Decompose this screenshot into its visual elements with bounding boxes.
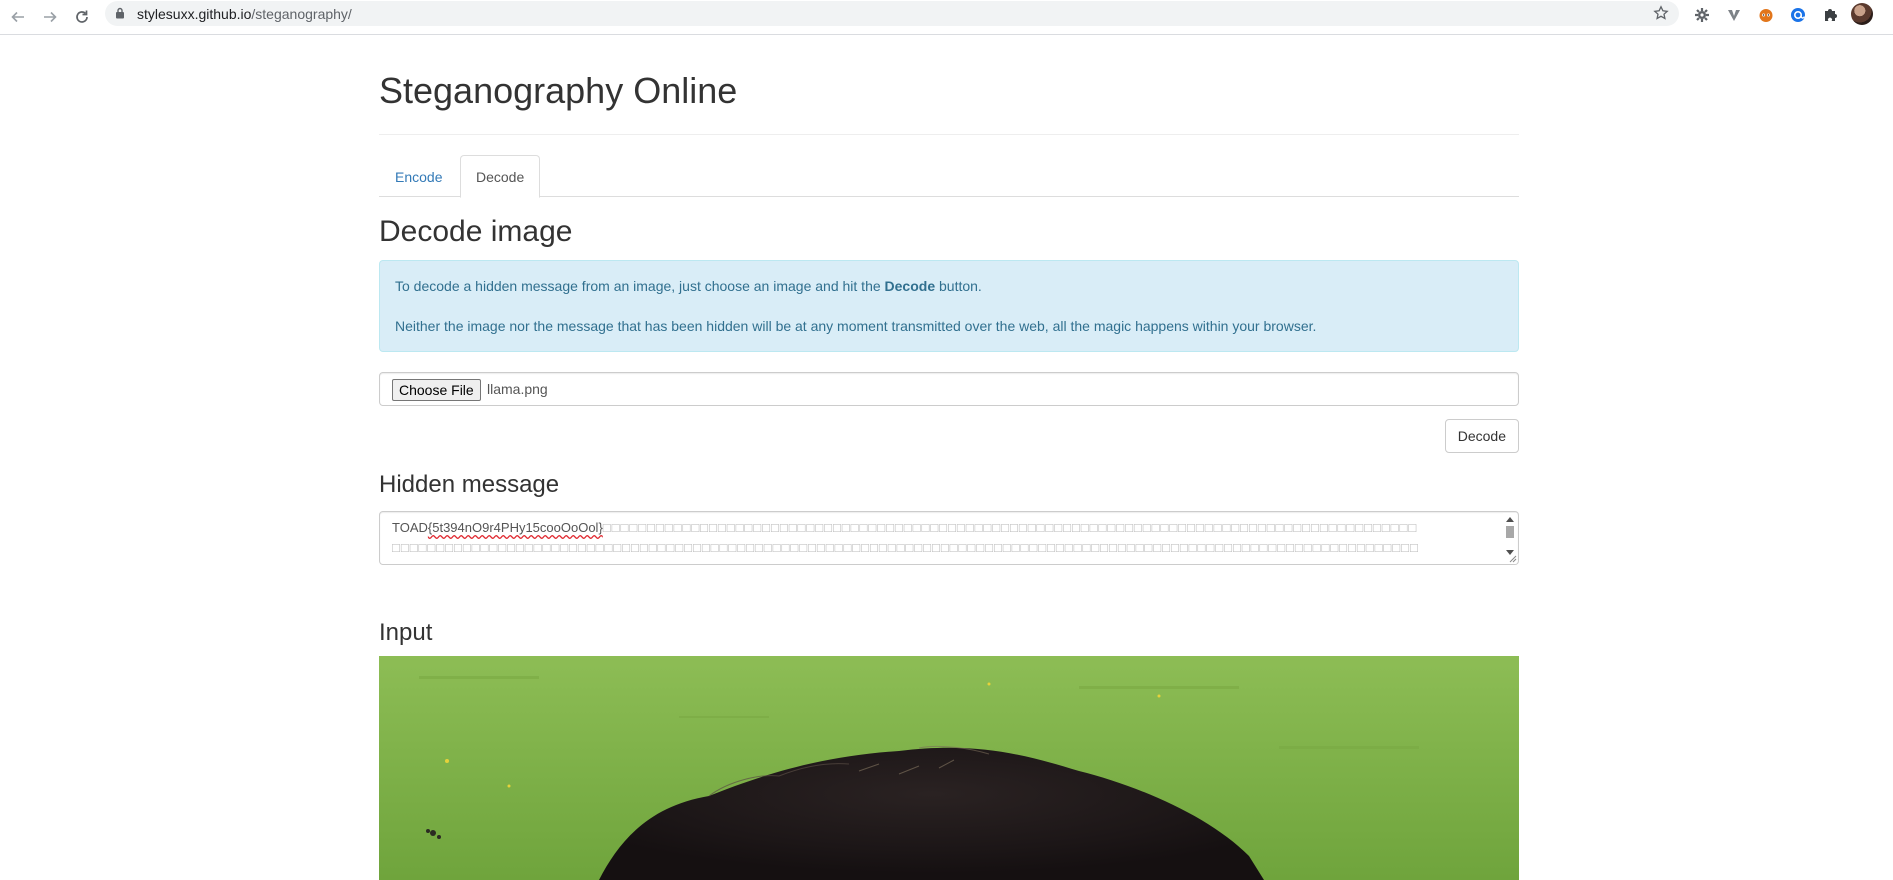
puzzle-extensions-icon[interactable] <box>1820 5 1840 25</box>
at-extension-icon[interactable] <box>1788 5 1808 25</box>
message-box-chars-2: □□□□□□□□□□□□□□□□□□□□□□□□□□□□□□□□□□□□□□□□… <box>392 540 1419 555</box>
back-arrow-icon <box>11 11 24 23</box>
bookmark-star-icon[interactable] <box>1653 5 1669 21</box>
scroll-up-arrow-icon[interactable] <box>1506 517 1514 522</box>
info-line-1-text: To decode a hidden message from an image… <box>395 278 885 294</box>
url-path: /steganography/ <box>251 6 352 22</box>
page-header: Steganography Online <box>379 35 1519 135</box>
profile-avatar[interactable] <box>1851 3 1873 25</box>
page-container: Steganography Online Encode Decode Decod… <box>379 35 1519 880</box>
reload-icon <box>76 10 88 23</box>
message-flag: {5t394nO9r4PHy15cooOoOol} <box>427 520 603 535</box>
message-line-2: □□□□□□□□□□□□□□□□□□□□□□□□□□□□□□□□□□□□□□□□… <box>392 538 1492 558</box>
reload-button[interactable] <box>68 4 96 30</box>
address-bar[interactable]: stylesuxx.github.io/steganography/ <box>105 1 1679 26</box>
message-prefix: TOAD <box>392 520 428 535</box>
llama-photo <box>379 656 1519 880</box>
message-line-1: TOAD{5t394nO9r4PHy15cooOoOol}□□□□□□□□□□□… <box>392 518 1492 538</box>
resize-grip-icon[interactable] <box>1507 553 1517 563</box>
back-button[interactable] <box>4 4 32 30</box>
info-line-2: Neither the image nor the message that h… <box>395 318 1317 334</box>
file-input[interactable]: Choose File llama.png <box>379 372 1519 406</box>
url-text: stylesuxx.github.io/steganography/ <box>137 6 352 22</box>
forward-arrow-icon <box>44 11 57 23</box>
hidden-message-content: TOAD{5t394nO9r4PHy15cooOoOol}□□□□□□□□□□□… <box>392 518 1492 562</box>
forward-button[interactable] <box>36 4 64 30</box>
message-box-chars-1: □□□□□□□□□□□□□□□□□□□□□□□□□□□□□□□□□□□□□□□□… <box>602 520 1418 535</box>
info-alert: To decode a hidden message from an image… <box>379 260 1519 352</box>
page-title: Steganography Online <box>379 70 738 111</box>
tab-encode[interactable]: Encode <box>379 155 458 197</box>
hidden-message-heading: Hidden message <box>379 471 560 498</box>
tab-decode[interactable]: Decode <box>460 155 541 198</box>
gear-extension-icon[interactable] <box>1692 5 1712 25</box>
v-extension-icon[interactable] <box>1724 5 1744 25</box>
info-line-1-end: button. <box>935 278 982 294</box>
lock-icon <box>116 7 124 19</box>
fox-extension-icon[interactable] <box>1756 5 1776 25</box>
input-heading: Input <box>379 619 433 646</box>
url-host: stylesuxx.github.io <box>137 6 252 22</box>
info-line-1-bold: Decode <box>884 278 936 294</box>
input-image-llama <box>379 656 1519 880</box>
hidden-message-textarea[interactable]: TOAD{5t394nO9r4PHy15cooOoOol}□□□□□□□□□□□… <box>379 511 1519 565</box>
tab-bar: Encode Decode <box>379 155 1519 198</box>
choose-file-button[interactable]: Choose File <box>392 379 481 401</box>
decode-heading: Decode image <box>379 215 573 248</box>
browser-toolbar: stylesuxx.github.io/steganography/ <box>0 0 1893 35</box>
scroll-thumb[interactable] <box>1506 526 1514 538</box>
decode-button[interactable]: Decode <box>1444 419 1519 453</box>
info-line-1: To decode a hidden message from an image… <box>395 276 1503 296</box>
selected-file-name: llama.png <box>487 381 548 397</box>
